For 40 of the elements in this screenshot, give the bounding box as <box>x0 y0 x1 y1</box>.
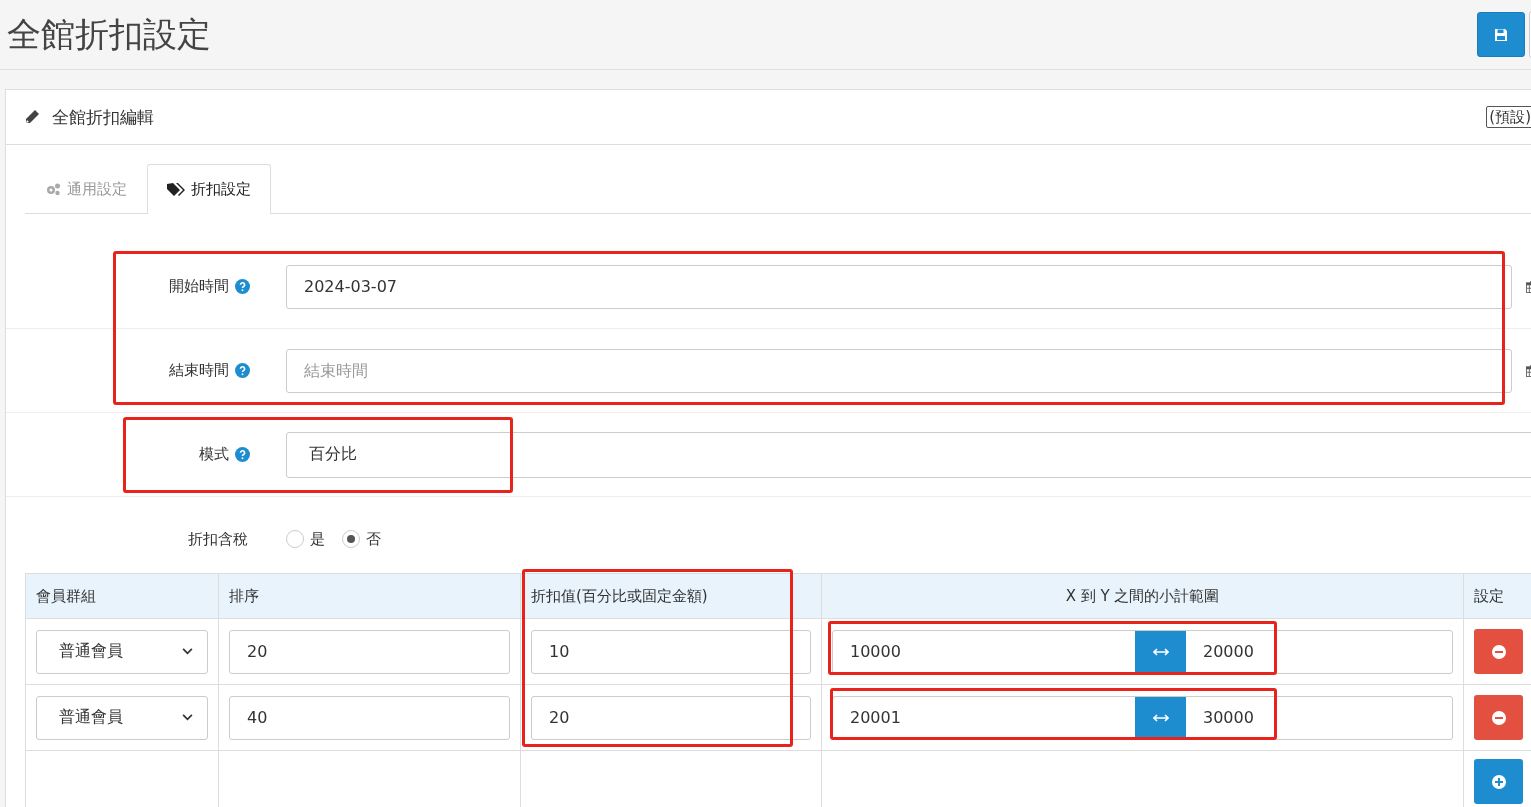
chevron-down-icon <box>182 648 193 655</box>
remove-button[interactable] <box>1474 695 1523 740</box>
save-button[interactable] <box>1477 12 1525 57</box>
gears-icon <box>45 182 61 196</box>
column-header: 排序 <box>218 573 521 619</box>
plus-circle-icon <box>1491 774 1506 789</box>
radio-option[interactable]: 否 <box>342 529 381 549</box>
help-icon <box>235 279 250 294</box>
remove-button[interactable] <box>1474 629 1523 674</box>
panel-title: 全館折扣編輯 <box>52 105 155 129</box>
field-label: 模式 <box>199 445 229 464</box>
group-select[interactable]: 普通會員 <box>36 695 208 740</box>
save-icon <box>1494 27 1508 42</box>
tag-icon <box>167 182 185 197</box>
add-button[interactable] <box>1474 759 1523 805</box>
mode-select[interactable]: 百分比 <box>286 431 1531 478</box>
field-label: 開始時間 <box>169 277 229 296</box>
page-title: 全館折扣設定 <box>7 12 211 56</box>
column-header: 折扣值(百分比或固定金額) <box>520 573 822 619</box>
radio-option[interactable]: 是 <box>286 529 325 549</box>
help-icon <box>235 363 250 378</box>
chevron-down-icon <box>182 714 193 721</box>
column-header: 會員群組 <box>25 573 219 619</box>
help-icon <box>235 447 250 462</box>
column-header: X 到 Y 之間的小計範圍 <box>821 573 1464 619</box>
default-label: (預設) <box>1486 106 1531 128</box>
field-label: 結束時間 <box>169 361 229 380</box>
group-select[interactable]: 普通會員 <box>36 629 208 674</box>
date-field[interactable]: 結束時間 <box>286 348 1512 393</box>
column-header: 設定 <box>1463 573 1531 619</box>
date-field[interactable]: 2024-03-07 <box>286 264 1512 309</box>
field-label: 折扣含稅 <box>188 529 248 549</box>
pencil-icon <box>24 109 40 125</box>
tab[interactable]: 折扣設定 <box>147 164 271 214</box>
discount-field[interactable]: 10 <box>531 629 811 674</box>
minus-circle-icon <box>1491 644 1506 659</box>
minus-circle-icon <box>1491 710 1506 725</box>
discount-field[interactable]: 20 <box>531 695 811 740</box>
sort-field[interactable]: 20 <box>229 629 510 674</box>
sort-field[interactable]: 40 <box>229 695 510 740</box>
